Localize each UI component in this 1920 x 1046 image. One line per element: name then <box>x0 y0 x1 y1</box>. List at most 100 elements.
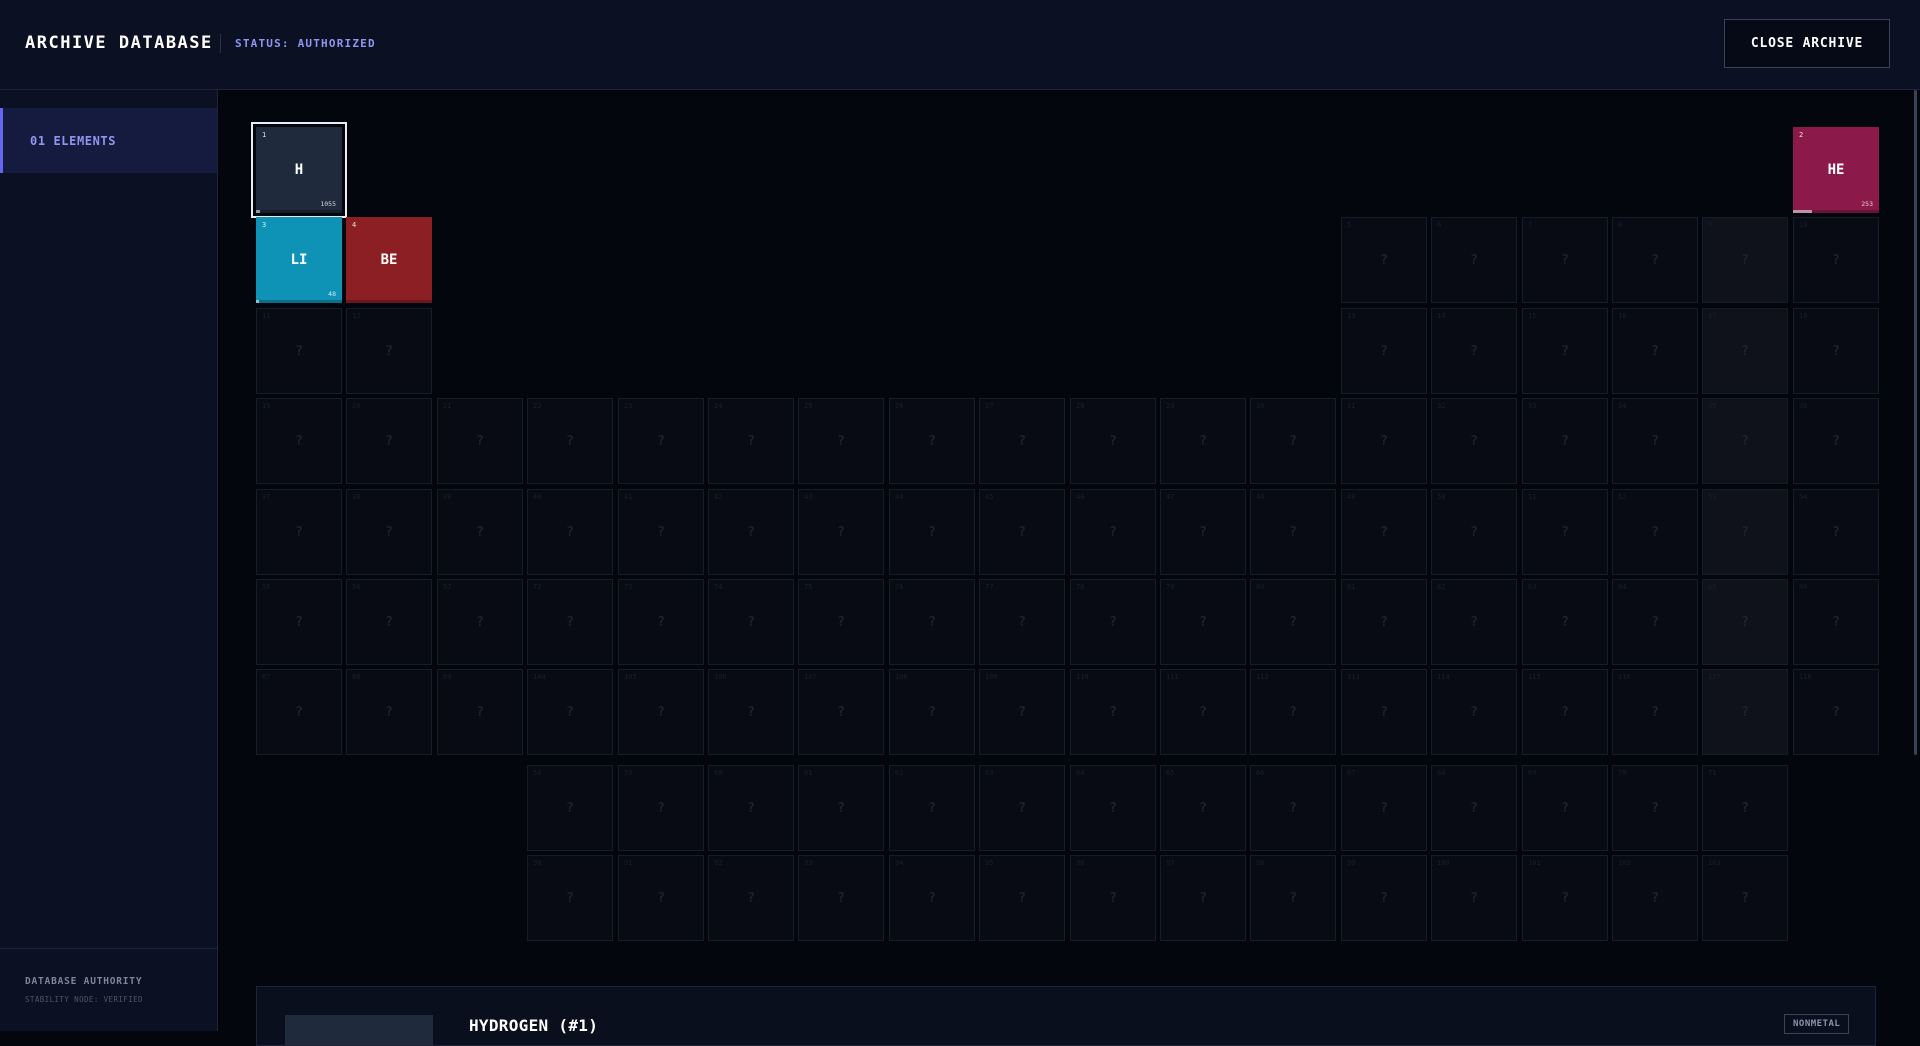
locked-element-tile[interactable]: 113? <box>1341 669 1427 755</box>
locked-element-tile[interactable]: 54? <box>1793 489 1879 575</box>
locked-element-tile[interactable]: 63? <box>979 765 1065 851</box>
locked-element-tile[interactable]: 102? <box>1612 855 1698 941</box>
locked-element-tile[interactable]: 8? <box>1612 217 1698 303</box>
locked-element-tile[interactable]: 35? <box>1702 398 1788 484</box>
locked-element-tile[interactable]: 24? <box>708 398 794 484</box>
locked-element-tile[interactable]: 71? <box>1702 765 1788 851</box>
locked-element-tile[interactable]: 6? <box>1431 217 1517 303</box>
scrollbar[interactable] <box>1914 90 1917 755</box>
element-tile-h[interactable]: 1 H 1055 <box>251 122 347 218</box>
locked-element-tile[interactable]: 93? <box>798 855 884 941</box>
locked-element-tile[interactable]: 33? <box>1522 398 1608 484</box>
locked-element-tile[interactable]: 69? <box>1522 765 1608 851</box>
locked-element-tile[interactable]: 68? <box>1431 765 1517 851</box>
locked-element-tile[interactable]: 31? <box>1341 398 1427 484</box>
locked-element-tile[interactable]: 84? <box>1612 579 1698 665</box>
locked-element-tile[interactable]: 85? <box>1702 579 1788 665</box>
locked-element-tile[interactable]: 107? <box>798 669 884 755</box>
locked-element-tile[interactable]: 77? <box>979 579 1065 665</box>
locked-element-tile[interactable]: 89? <box>437 669 523 755</box>
locked-element-tile[interactable]: 57? <box>437 579 523 665</box>
locked-element-tile[interactable]: 36? <box>1793 398 1879 484</box>
locked-element-tile[interactable]: 37? <box>256 489 342 575</box>
locked-element-tile[interactable]: 92? <box>708 855 794 941</box>
locked-element-tile[interactable]: 74? <box>708 579 794 665</box>
locked-element-tile[interactable]: 61? <box>798 765 884 851</box>
locked-element-tile[interactable]: 106? <box>708 669 794 755</box>
locked-element-tile[interactable]: 13? <box>1341 308 1427 394</box>
locked-element-tile[interactable]: 7? <box>1522 217 1608 303</box>
locked-element-tile[interactable]: 49? <box>1341 489 1427 575</box>
locked-element-tile[interactable]: 112? <box>1250 669 1336 755</box>
locked-element-tile[interactable]: 53? <box>1702 489 1788 575</box>
locked-element-tile[interactable]: 48? <box>1250 489 1336 575</box>
locked-element-tile[interactable]: 22? <box>527 398 613 484</box>
locked-element-tile[interactable]: 20? <box>346 398 432 484</box>
locked-element-tile[interactable]: 30? <box>1250 398 1336 484</box>
locked-element-tile[interactable]: 60? <box>708 765 794 851</box>
locked-element-tile[interactable]: 10? <box>1793 217 1879 303</box>
element-tile-li[interactable]: 3 LI 48 <box>256 217 342 303</box>
element-tile-he[interactable]: 2 HE 253 <box>1793 127 1879 213</box>
locked-element-tile[interactable]: 67? <box>1341 765 1427 851</box>
locked-element-tile[interactable]: 76? <box>889 579 975 665</box>
locked-element-tile[interactable]: 90? <box>527 855 613 941</box>
locked-element-tile[interactable]: 42? <box>708 489 794 575</box>
locked-element-tile[interactable]: 23? <box>618 398 704 484</box>
locked-element-tile[interactable]: 9? <box>1702 217 1788 303</box>
locked-element-tile[interactable]: 62? <box>889 765 975 851</box>
locked-element-tile[interactable]: 66? <box>1250 765 1336 851</box>
locked-element-tile[interactable]: 28? <box>1070 398 1156 484</box>
locked-element-tile[interactable]: 70? <box>1612 765 1698 851</box>
locked-element-tile[interactable]: 97? <box>1160 855 1246 941</box>
locked-element-tile[interactable]: 26? <box>889 398 975 484</box>
locked-element-tile[interactable]: 100? <box>1431 855 1517 941</box>
locked-element-tile[interactable]: 116? <box>1612 669 1698 755</box>
locked-element-tile[interactable]: 16? <box>1612 308 1698 394</box>
locked-element-tile[interactable]: 82? <box>1431 579 1517 665</box>
locked-element-tile[interactable]: 99? <box>1341 855 1427 941</box>
locked-element-tile[interactable]: 118? <box>1793 669 1879 755</box>
locked-element-tile[interactable]: 75? <box>798 579 884 665</box>
locked-element-tile[interactable]: 80? <box>1250 579 1336 665</box>
locked-element-tile[interactable]: 110? <box>1070 669 1156 755</box>
locked-element-tile[interactable]: 17? <box>1702 308 1788 394</box>
locked-element-tile[interactable]: 81? <box>1341 579 1427 665</box>
element-tile-be[interactable]: 4 BE <box>346 217 432 303</box>
locked-element-tile[interactable]: 15? <box>1522 308 1608 394</box>
locked-element-tile[interactable]: 21? <box>437 398 523 484</box>
locked-element-tile[interactable]: 11? <box>256 308 342 394</box>
locked-element-tile[interactable]: 101? <box>1522 855 1608 941</box>
locked-element-tile[interactable]: 72? <box>527 579 613 665</box>
locked-element-tile[interactable]: 32? <box>1431 398 1517 484</box>
locked-element-tile[interactable]: 73? <box>618 579 704 665</box>
locked-element-tile[interactable]: 108? <box>889 669 975 755</box>
locked-element-tile[interactable]: 94? <box>889 855 975 941</box>
locked-element-tile[interactable]: 34? <box>1612 398 1698 484</box>
locked-element-tile[interactable]: 79? <box>1160 579 1246 665</box>
locked-element-tile[interactable]: 45? <box>979 489 1065 575</box>
locked-element-tile[interactable]: 50? <box>1431 489 1517 575</box>
locked-element-tile[interactable]: 91? <box>618 855 704 941</box>
locked-element-tile[interactable]: 109? <box>979 669 1065 755</box>
locked-element-tile[interactable]: 38? <box>346 489 432 575</box>
locked-element-tile[interactable]: 25? <box>798 398 884 484</box>
locked-element-tile[interactable]: 117? <box>1702 669 1788 755</box>
locked-element-tile[interactable]: 47? <box>1160 489 1246 575</box>
locked-element-tile[interactable]: 59? <box>618 765 704 851</box>
locked-element-tile[interactable]: 14? <box>1431 308 1517 394</box>
locked-element-tile[interactable]: 104? <box>527 669 613 755</box>
locked-element-tile[interactable]: 39? <box>437 489 523 575</box>
locked-element-tile[interactable]: 12? <box>346 308 432 394</box>
locked-element-tile[interactable]: 78? <box>1070 579 1156 665</box>
locked-element-tile[interactable]: 98? <box>1250 855 1336 941</box>
locked-element-tile[interactable]: 95? <box>979 855 1065 941</box>
locked-element-tile[interactable]: 65? <box>1160 765 1246 851</box>
locked-element-tile[interactable]: 88? <box>346 669 432 755</box>
locked-element-tile[interactable]: 40? <box>527 489 613 575</box>
sidebar-item-elements[interactable]: 01 ELEMENTS <box>0 108 217 173</box>
close-archive-button[interactable]: CLOSE ARCHIVE <box>1724 19 1890 68</box>
locked-element-tile[interactable]: 56? <box>346 579 432 665</box>
locked-element-tile[interactable]: 51? <box>1522 489 1608 575</box>
locked-element-tile[interactable]: 114? <box>1431 669 1517 755</box>
